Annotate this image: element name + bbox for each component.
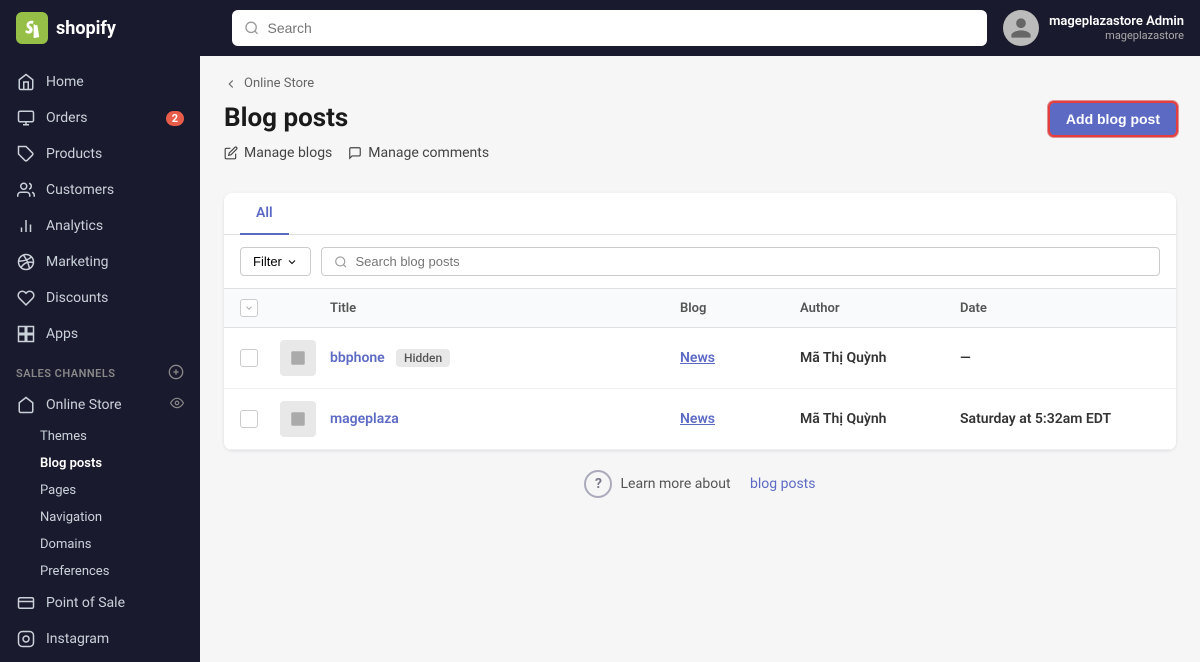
search-bar[interactable]: [232, 10, 987, 46]
help-icon: ?: [584, 470, 612, 498]
sidebar-item-label: Apps: [46, 326, 78, 342]
online-store-icon: [16, 395, 36, 415]
sidebar-sub-blog-posts[interactable]: Blog posts: [0, 450, 200, 477]
instagram-icon: [16, 629, 36, 649]
sidebar-item-label: Point of Sale: [46, 595, 125, 611]
row2-title: mageplaza: [330, 411, 680, 427]
search-input[interactable]: [267, 20, 975, 36]
shopify-logo-icon: [16, 12, 48, 44]
col-author-header: Author: [800, 301, 960, 316]
user-info: mageplazastore Admin mageplazastore: [1049, 14, 1184, 42]
sidebar-item-online-store[interactable]: Online Store: [0, 387, 200, 423]
row2-blog-link[interactable]: News: [680, 411, 715, 427]
row2-author: Mã Thị Quỳnh: [800, 411, 960, 427]
row1-badge: Hidden: [396, 349, 450, 367]
customers-icon: [16, 180, 36, 200]
sales-channels-label: SALES CHANNELS: [0, 352, 200, 387]
discounts-icon: [16, 288, 36, 308]
col-blog-header: Blog: [680, 301, 800, 316]
col-title-header: Title: [330, 301, 680, 316]
main-content: Online Store Blog posts Manage blogs Man…: [200, 56, 1200, 662]
row1-author: Mã Thị Quỳnh: [800, 350, 960, 366]
shopify-logo-text: shopify: [56, 18, 116, 39]
row1-date: —: [960, 350, 1160, 366]
select-all-checkbox[interactable]: [240, 299, 280, 317]
apps-icon: [16, 324, 36, 344]
sidebar-sub-pages[interactable]: Pages: [0, 477, 200, 504]
manage-blogs-link[interactable]: Manage blogs: [224, 145, 332, 161]
home-icon: [16, 72, 36, 92]
row1-blog: News: [680, 350, 800, 366]
add-sales-channel-icon[interactable]: [168, 364, 184, 383]
sidebar-item-label: Instagram: [46, 631, 109, 647]
sidebar-item-analytics[interactable]: Analytics: [0, 208, 200, 244]
add-blog-post-button[interactable]: Add blog post: [1050, 103, 1176, 135]
avatar: [1003, 10, 1039, 46]
col-date-header: Date: [960, 301, 1160, 316]
sidebar: Home Orders 2 Products Customers Analy: [0, 56, 200, 662]
sidebar-item-home[interactable]: Home: [0, 64, 200, 100]
page-actions: Manage blogs Manage comments: [224, 145, 489, 161]
sidebar-item-orders[interactable]: Orders 2: [0, 100, 200, 136]
sidebar-item-products[interactable]: Products: [0, 136, 200, 172]
shopify-logo[interactable]: shopify: [16, 12, 216, 44]
user-store: mageplazastore: [1049, 29, 1184, 42]
marketing-icon: [16, 252, 36, 272]
learn-more-section: ? Learn more about blog posts: [224, 450, 1176, 518]
row2-title-link[interactable]: mageplaza: [330, 411, 399, 427]
analytics-icon: [16, 216, 36, 236]
row2-checkbox[interactable]: [240, 410, 280, 428]
sidebar-item-label: Analytics: [46, 218, 103, 234]
manage-comments-link[interactable]: Manage comments: [348, 145, 489, 161]
layout: Home Orders 2 Products Customers Analy: [0, 56, 1200, 662]
sidebar-item-instagram[interactable]: Instagram: [0, 621, 200, 657]
sidebar-sub-preferences[interactable]: Preferences: [0, 558, 200, 585]
pos-icon: [16, 593, 36, 613]
blog-posts-link[interactable]: blog posts: [750, 476, 815, 492]
sidebar-item-label: Customers: [46, 182, 114, 198]
products-icon: [16, 144, 36, 164]
row2-blog: News: [680, 411, 800, 427]
sidebar-item-label: Marketing: [46, 254, 109, 270]
table-header: Title Blog Author Date: [224, 289, 1176, 328]
breadcrumb[interactable]: Online Store: [224, 76, 1176, 91]
row1-image: [280, 340, 330, 376]
orders-icon: [16, 108, 36, 128]
tabs: All: [224, 193, 1176, 235]
sidebar-item-buy-button[interactable]: Buy Button: [0, 657, 200, 662]
table-row: bbphone Hidden News Mã Thị Quỳnh —: [224, 328, 1176, 389]
row1-title-link[interactable]: bbphone: [330, 350, 385, 366]
tab-all[interactable]: All: [240, 193, 289, 235]
orders-badge: 2: [166, 111, 184, 126]
sidebar-item-pos[interactable]: Point of Sale: [0, 585, 200, 621]
blog-posts-card: All Filter: [224, 193, 1176, 450]
row2-date: Saturday at 5:32am EDT: [960, 411, 1160, 427]
user-name: mageplazastore Admin: [1049, 14, 1184, 29]
sidebar-item-label: Orders: [46, 110, 88, 126]
search-blog-posts-input[interactable]: [321, 247, 1160, 276]
sidebar-item-apps[interactable]: Apps: [0, 316, 200, 352]
sidebar-sub-domains[interactable]: Domains: [0, 531, 200, 558]
search-field[interactable]: [356, 254, 1147, 269]
eye-icon[interactable]: [170, 396, 184, 414]
topbar: shopify mageplazastore Admin mageplazast…: [0, 0, 1200, 56]
online-store-label: Online Store: [46, 397, 122, 413]
row1-checkbox[interactable]: [240, 349, 280, 367]
sidebar-item-label: Home: [46, 74, 84, 90]
filter-row: Filter: [224, 235, 1176, 289]
sidebar-sub-themes[interactable]: Themes: [0, 423, 200, 450]
sidebar-item-discounts[interactable]: Discounts: [0, 280, 200, 316]
row1-blog-link[interactable]: News: [680, 350, 715, 366]
sidebar-sub-navigation[interactable]: Navigation: [0, 504, 200, 531]
sidebar-item-label: Products: [46, 146, 102, 162]
sidebar-item-marketing[interactable]: Marketing: [0, 244, 200, 280]
filter-button[interactable]: Filter: [240, 247, 311, 276]
row1-title: bbphone Hidden: [330, 350, 680, 366]
user-area[interactable]: mageplazastore Admin mageplazastore: [1003, 10, 1184, 46]
table-row: mageplaza News Mã Thị Quỳnh Saturday at …: [224, 389, 1176, 450]
row2-image: [280, 401, 330, 437]
sidebar-item-customers[interactable]: Customers: [0, 172, 200, 208]
page-title: Blog posts: [224, 103, 489, 133]
sidebar-item-label: Discounts: [46, 290, 108, 306]
